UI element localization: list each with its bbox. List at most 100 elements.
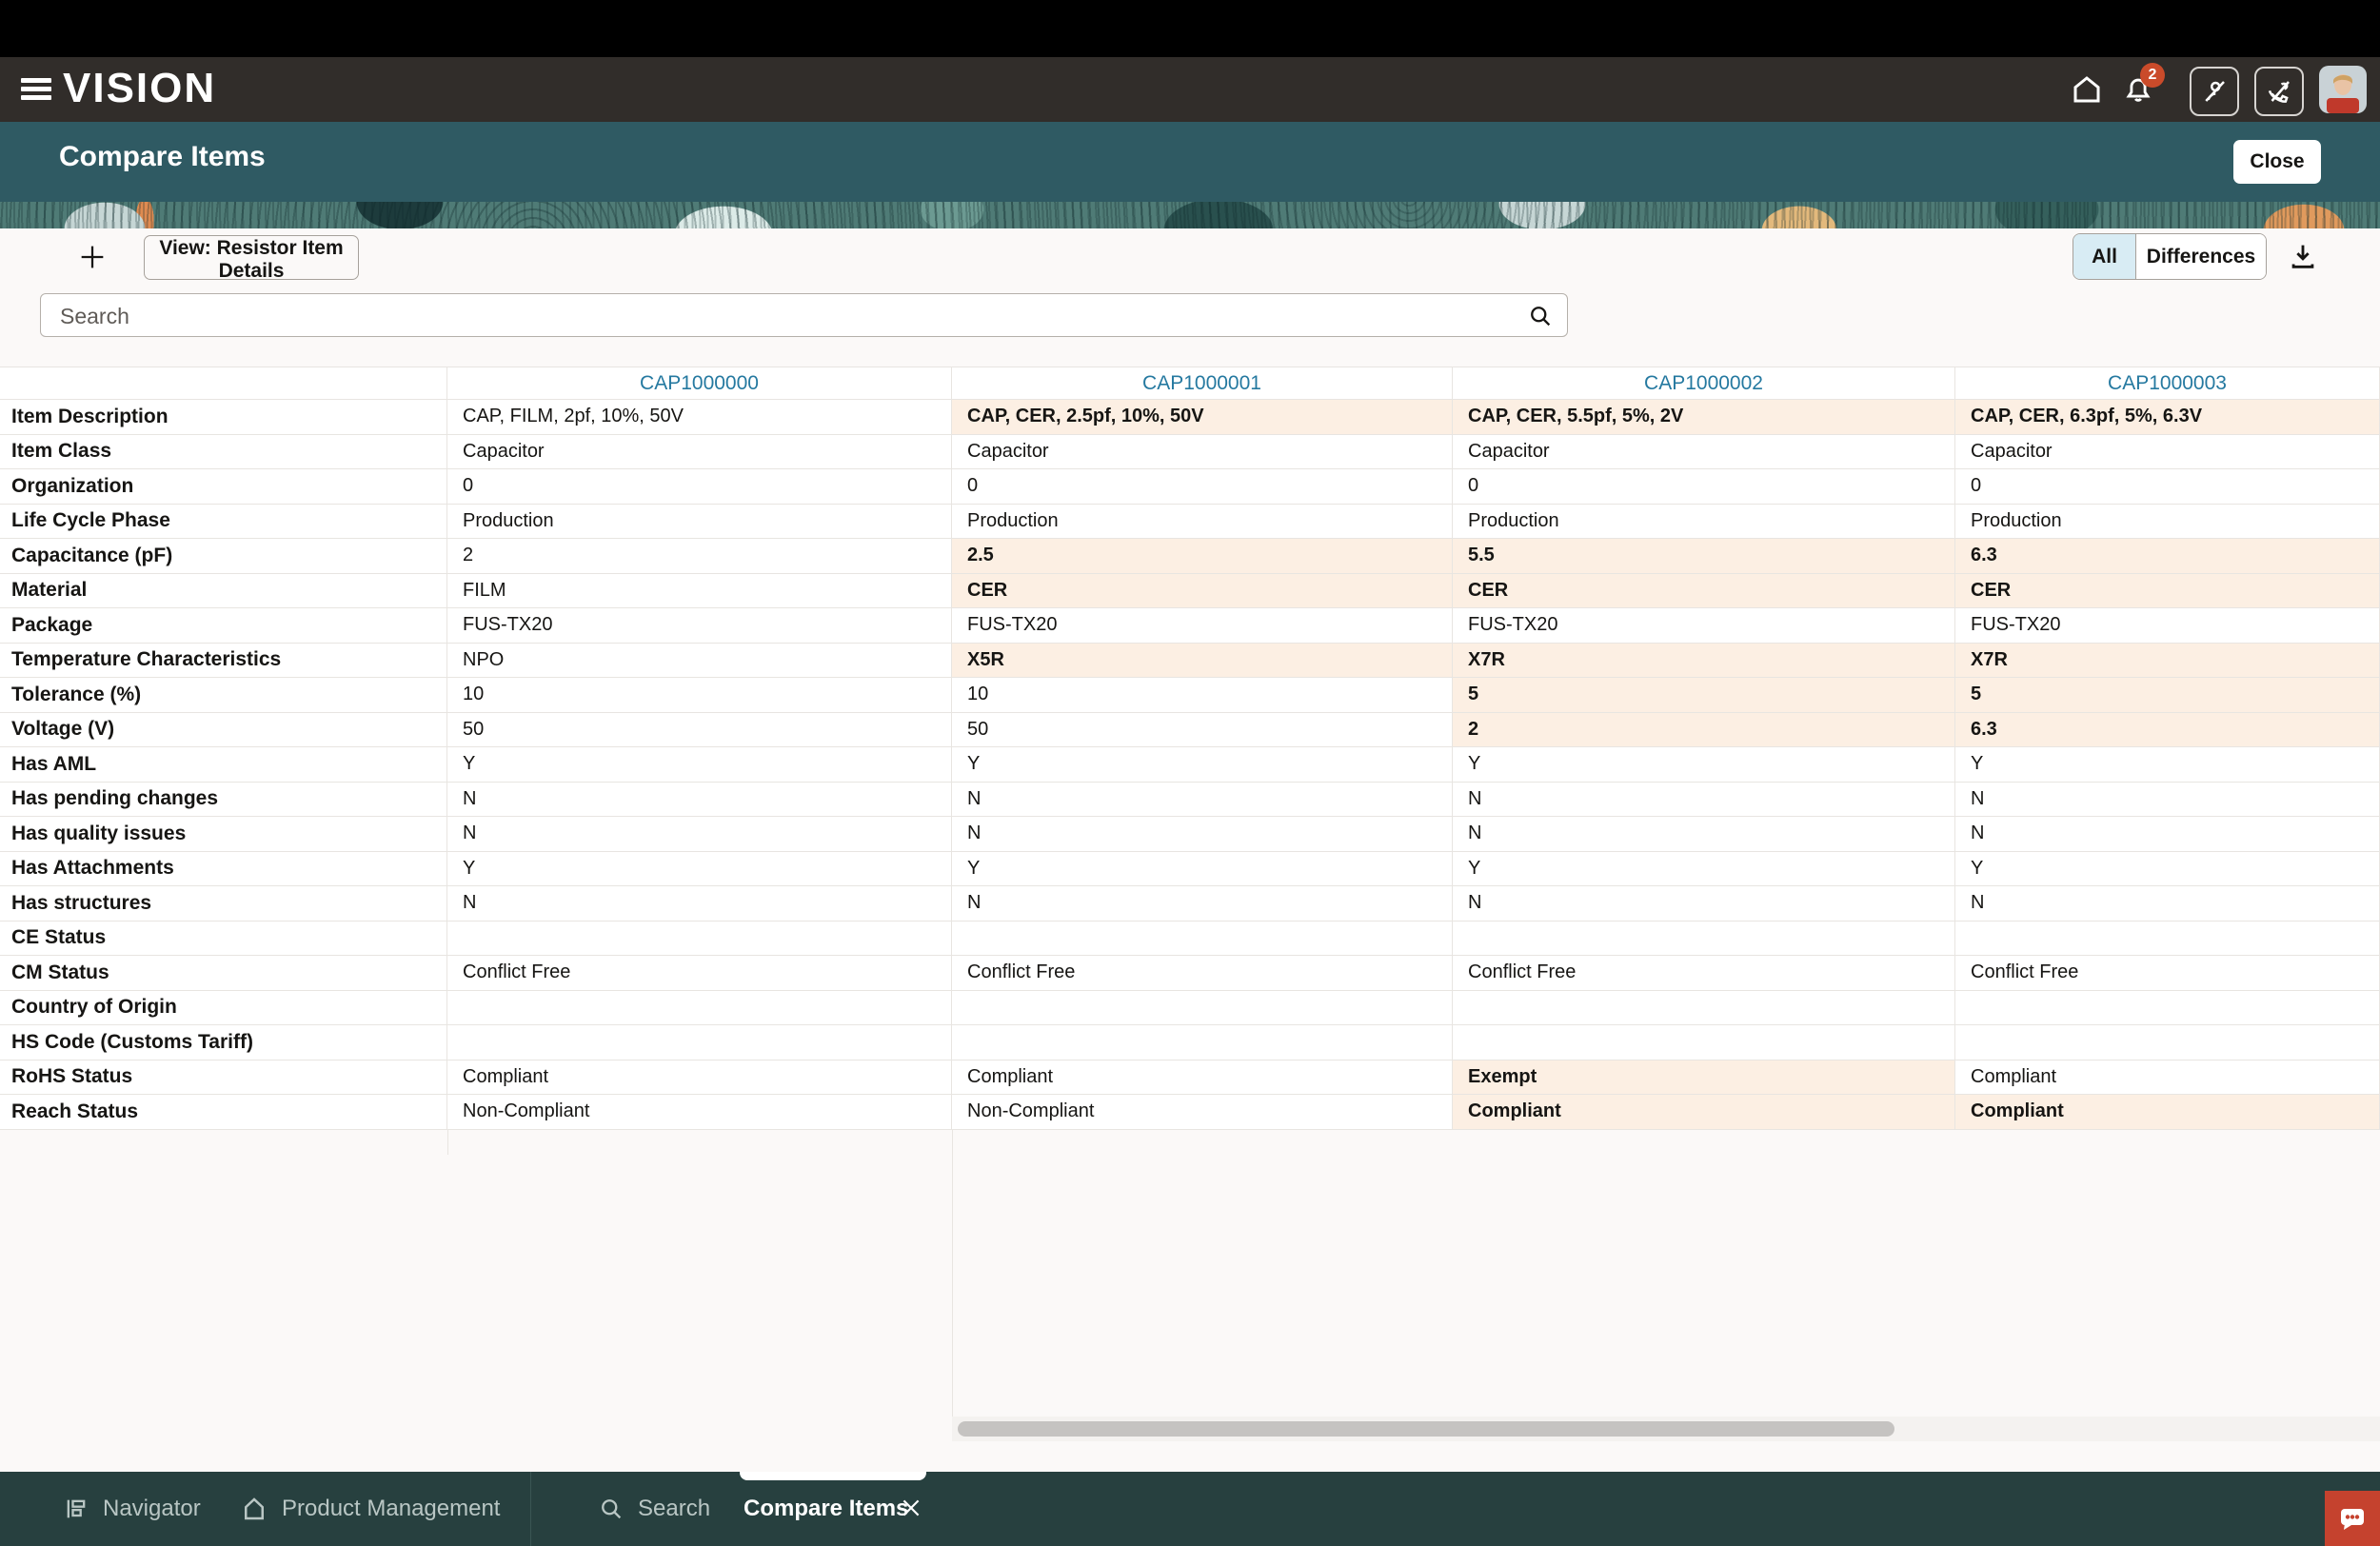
cell-value: [1453, 922, 1955, 957]
home-button[interactable]: [2068, 70, 2106, 109]
cell-value: 2.5: [952, 539, 1453, 574]
cell-value: Non-Compliant: [447, 1095, 952, 1130]
cell-value: Capacitor: [1955, 435, 2380, 470]
decorative-pattern: [0, 202, 2380, 228]
column-header[interactable]: CAP1000000: [447, 367, 952, 400]
row-label: Reach Status: [0, 1095, 447, 1130]
row-label: CM Status: [0, 956, 447, 991]
menu-icon[interactable]: [21, 74, 53, 105]
home-outline-icon: [240, 1495, 268, 1523]
compare-table: CAP1000000CAP1000001CAP1000002CAP1000003…: [0, 367, 2380, 1130]
row-label: Has Attachments: [0, 852, 447, 887]
person-off-button[interactable]: [2190, 67, 2239, 116]
cell-value: Conflict Free: [1955, 956, 2380, 991]
page-title: Compare Items: [59, 141, 266, 173]
pinned-column-divider: [952, 1129, 953, 1417]
cell-value: 50: [952, 713, 1453, 748]
download-button[interactable]: [2281, 238, 2319, 276]
home-icon: [2070, 72, 2104, 107]
row-label: Tolerance (%): [0, 678, 447, 713]
cell-value: [1955, 1025, 2380, 1060]
cell-value: Exempt: [1453, 1060, 1955, 1096]
navigator-icon: [63, 1496, 89, 1522]
cell-value: Production: [447, 505, 952, 540]
row-label: Has AML: [0, 747, 447, 783]
search-icon[interactable]: [1527, 303, 1554, 329]
cell-value: [952, 991, 1453, 1026]
search-input[interactable]: [58, 294, 1528, 338]
cell-value: 10: [952, 678, 1453, 713]
close-icon: [899, 1496, 923, 1520]
plus-icon: [76, 241, 109, 273]
call-off-button[interactable]: [2254, 67, 2304, 116]
search-icon: [598, 1496, 625, 1522]
row-label: Has structures: [0, 886, 447, 922]
add-item-button[interactable]: [70, 240, 105, 274]
cell-value: CAP, CER, 6.3pf, 5%, 6.3V: [1955, 400, 2380, 435]
cell-value: Y: [952, 852, 1453, 887]
row-label: Temperature Characteristics: [0, 644, 447, 679]
cell-value: CAP, FILM, 2pf, 10%, 50V: [447, 400, 952, 435]
row-label: CE Status: [0, 922, 447, 957]
cell-value: [952, 922, 1453, 957]
app-bar: VISION 2: [0, 57, 2380, 122]
taskbar-tab-compare-items[interactable]: Compare Items: [744, 1472, 908, 1546]
download-icon: [2287, 240, 2319, 272]
cell-value: 5.5: [1453, 539, 1955, 574]
row-label: Country of Origin: [0, 991, 447, 1026]
cell-value: FILM: [447, 574, 952, 609]
cell-value: CER: [1453, 574, 1955, 609]
cell-value: Compliant: [447, 1060, 952, 1096]
cell-value: NPO: [447, 644, 952, 679]
taskbar-item-search[interactable]: Search: [598, 1472, 710, 1546]
cell-value: 0: [952, 469, 1453, 505]
cell-value: Y: [1453, 747, 1955, 783]
cell-value: CAP, CER, 5.5pf, 5%, 2V: [1453, 400, 1955, 435]
column-header[interactable]: CAP1000002: [1453, 367, 1955, 400]
cell-value: 50: [447, 713, 952, 748]
cell-value: FUS-TX20: [952, 608, 1453, 644]
cell-value: Capacitor: [447, 435, 952, 470]
avatar[interactable]: [2319, 66, 2367, 113]
horizontal-scrollbar-thumb[interactable]: [958, 1421, 1894, 1437]
cell-value: 6.3: [1955, 539, 2380, 574]
filter-all[interactable]: All: [2073, 234, 2136, 279]
notifications-button[interactable]: 2: [2119, 70, 2157, 109]
column-header[interactable]: CAP1000001: [952, 367, 1453, 400]
cell-value: [1955, 922, 2380, 957]
corner-cell: [0, 367, 447, 400]
cell-value: 0: [1955, 469, 2380, 505]
cell-value: Y: [1453, 852, 1955, 887]
screen: VISION 2: [0, 0, 2380, 1546]
cell-value: N: [1453, 886, 1955, 922]
cell-value: [447, 922, 952, 957]
top-black-strip: [0, 0, 2380, 57]
filter-differences[interactable]: Differences: [2136, 234, 2266, 279]
cell-value: Non-Compliant: [952, 1095, 1453, 1130]
chat-bubble-icon: [2336, 1502, 2369, 1535]
taskbar-item-product-management[interactable]: Product Management: [240, 1472, 500, 1546]
taskbar-item-navigator[interactable]: Navigator: [63, 1472, 201, 1546]
view-selector-button[interactable]: View: Resistor Item Details: [144, 235, 359, 280]
cell-value: N: [447, 783, 952, 818]
chat-button[interactable]: [2325, 1491, 2380, 1546]
cell-value: Conflict Free: [447, 956, 952, 991]
taskbar: Navigator Product Management Search Comp…: [0, 1472, 2380, 1546]
close-tab-button[interactable]: [893, 1495, 922, 1523]
row-label: Material: [0, 574, 447, 609]
cell-value: Capacitor: [1453, 435, 1955, 470]
cell-value: Compliant: [952, 1060, 1453, 1096]
row-label: Item Description: [0, 400, 447, 435]
row-label: Item Class: [0, 435, 447, 470]
search-box: [40, 293, 1568, 337]
close-button[interactable]: Close: [2233, 140, 2321, 184]
cell-value: Compliant: [1453, 1095, 1955, 1130]
label-column-divider: [447, 1129, 448, 1155]
row-label: Capacitance (pF): [0, 539, 447, 574]
taskbar-divider: [530, 1472, 531, 1546]
cell-value: Production: [1453, 505, 1955, 540]
cell-value: 0: [447, 469, 952, 505]
column-header[interactable]: CAP1000003: [1955, 367, 2380, 400]
cell-value: N: [447, 817, 952, 852]
cell-value: [952, 1025, 1453, 1060]
